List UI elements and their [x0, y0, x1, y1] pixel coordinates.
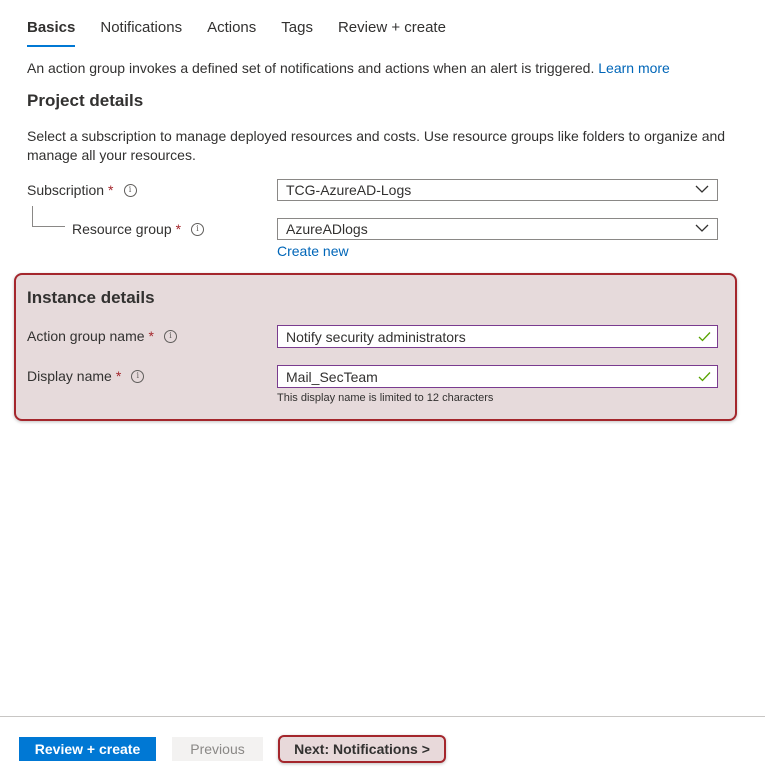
display-name-input[interactable]: Mail_SecTeam — [277, 365, 718, 388]
subscription-label: Subscription * i — [27, 182, 137, 198]
display-name-value: Mail_SecTeam — [286, 368, 378, 385]
intro-description: An action group invokes a defined set of… — [27, 60, 595, 76]
project-details-description: Select a subscription to manage deployed… — [27, 128, 726, 163]
display-name-label-text: Display name — [27, 368, 112, 384]
chevron-down-icon — [695, 224, 709, 232]
resource-group-label-text: Resource group — [72, 221, 172, 237]
info-icon[interactable]: i — [123, 183, 137, 197]
next-notifications-button[interactable]: Next: Notifications > — [278, 735, 446, 763]
tab-basics[interactable]: Basics — [27, 19, 76, 47]
checkmark-icon — [698, 372, 711, 382]
action-group-name-value: Notify security administrators — [286, 328, 466, 345]
previous-button[interactable]: Previous — [172, 737, 263, 761]
intro-text: An action group invokes a defined set of… — [27, 60, 670, 76]
tab-tags[interactable]: Tags — [281, 19, 313, 47]
required-asterisk: * — [108, 182, 114, 198]
create-new-link[interactable]: Create new — [277, 243, 349, 259]
action-group-name-label-text: Action group name — [27, 328, 145, 344]
learn-more-link[interactable]: Learn more — [598, 60, 670, 76]
subscription-value: TCG-AzureAD-Logs — [286, 182, 412, 198]
tab-actions[interactable]: Actions — [207, 19, 256, 47]
required-asterisk: * — [175, 221, 182, 237]
info-icon[interactable]: i — [131, 369, 145, 383]
checkmark-icon — [698, 332, 711, 342]
tree-connector — [32, 206, 65, 227]
info-icon[interactable]: i — [191, 222, 205, 236]
chevron-down-icon — [695, 185, 709, 193]
review-create-button[interactable]: Review + create — [19, 737, 156, 761]
tab-review-create[interactable]: Review + create — [338, 19, 446, 47]
subscription-dropdown[interactable]: TCG-AzureAD-Logs — [277, 179, 718, 201]
action-group-name-label: Action group name * i — [27, 328, 177, 344]
resource-group-value: AzureADlogs — [286, 221, 368, 237]
resource-group-label: Resource group * i — [72, 221, 205, 237]
resource-group-dropdown[interactable]: AzureADlogs — [277, 218, 718, 240]
required-asterisk: * — [115, 368, 122, 384]
subscription-label-text: Subscription — [27, 182, 105, 198]
display-name-label: Display name * i — [27, 368, 145, 384]
info-icon[interactable]: i — [163, 329, 177, 343]
instance-details-heading: Instance details — [27, 288, 155, 307]
required-asterisk: * — [148, 328, 154, 344]
tab-bar: Basics Notifications Actions Tags Review… — [27, 19, 471, 47]
action-group-name-input[interactable]: Notify security administrators — [277, 325, 718, 348]
tab-notifications[interactable]: Notifications — [100, 19, 182, 47]
display-name-hint: This display name is limited to 12 chara… — [277, 392, 494, 404]
project-details-heading: Project details — [27, 91, 144, 110]
